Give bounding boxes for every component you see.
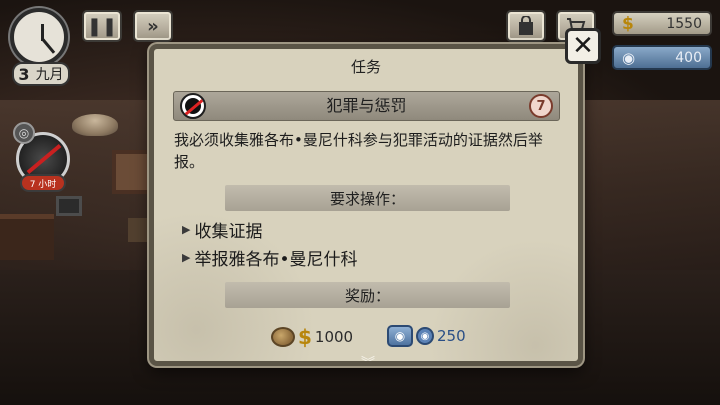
reputation-glyph: ◉: [394, 329, 406, 343]
close-button[interactable]: ✕: [565, 28, 601, 64]
shop-button[interactable]: [506, 10, 546, 42]
pause-button[interactable]: ❚❚: [82, 10, 122, 42]
date-day: 3: [18, 64, 30, 84]
rewards-label: 奖励：: [344, 286, 390, 305]
requirements-label: 要求操作：: [329, 189, 405, 208]
requirements-header: 要求操作：: [225, 185, 510, 211]
rewards-header: 奖励：: [225, 282, 510, 308]
arrow-icon: ▶: [182, 223, 191, 236]
money-counter: $ 1550: [612, 11, 712, 36]
pause-icon: ❚❚: [86, 15, 118, 37]
wall-picture: [112, 150, 154, 194]
clock-minute-hand: [41, 38, 56, 54]
action-item: ▶ 收集证据: [182, 217, 262, 242]
money-value: 1550: [666, 15, 702, 32]
quest-description: 我必须收集雅各布•曼尼什科参与犯罪活动的证据然后举报。: [174, 131, 543, 171]
fast-forward-icon: »: [147, 15, 159, 37]
reputation-glyph-small: ◉: [420, 330, 430, 342]
reputation-icon: ◉: [416, 327, 434, 345]
tv: [56, 196, 82, 216]
reputation-counter: ◉ 400: [612, 45, 712, 70]
character-timer: 7 小时: [20, 174, 66, 192]
clock-icon: [10, 8, 68, 66]
shopping-bag-icon: [519, 16, 533, 35]
reward-money-value: 1000: [314, 328, 354, 346]
reputation-badge-icon: ◉: [387, 325, 413, 347]
chevron-down-icon[interactable]: ︾: [361, 353, 375, 361]
date-month: 九月: [35, 67, 64, 83]
coins-icon: [271, 327, 295, 347]
medal-glyph: ◎: [18, 126, 30, 140]
reward-reputation-value: 250: [437, 327, 466, 345]
action-label: 收集证据: [194, 222, 263, 242]
close-icon: ✕: [572, 31, 594, 61]
quest-number-badge: 7: [529, 94, 553, 118]
dollar-icon: $: [298, 325, 312, 349]
timer-text: 7 小时: [29, 179, 57, 190]
action-item: ▶ 举报雅各布•曼尼什科: [182, 245, 358, 270]
action-label: 举报雅各布•曼尼什科: [194, 250, 358, 270]
reputation-icon: ◉: [622, 48, 636, 67]
quest-name: 犯罪与惩罚: [326, 96, 407, 115]
ceiling-lamp: [72, 114, 118, 136]
reputation-value: 400: [675, 49, 702, 66]
quest-dialog: 任务 犯罪与惩罚 7 我必须收集雅各布•曼尼什科参与犯罪活动的证据然后举报。 要…: [149, 44, 583, 366]
reward-reputation: ◉ ◉ 250: [387, 325, 466, 347]
reward-money: $ 1000: [271, 325, 353, 349]
crime-icon: [180, 93, 206, 119]
table: [0, 214, 54, 260]
dialog-title: 任务: [350, 58, 381, 76]
quest-header: 犯罪与惩罚 7: [173, 91, 560, 121]
dollar-icon: $: [622, 13, 634, 34]
arrow-icon: ▶: [182, 251, 191, 264]
fast-forward-button[interactable]: »: [133, 10, 173, 42]
medal-icon: ◎: [13, 122, 35, 144]
date-display: 3 九月: [12, 62, 70, 86]
